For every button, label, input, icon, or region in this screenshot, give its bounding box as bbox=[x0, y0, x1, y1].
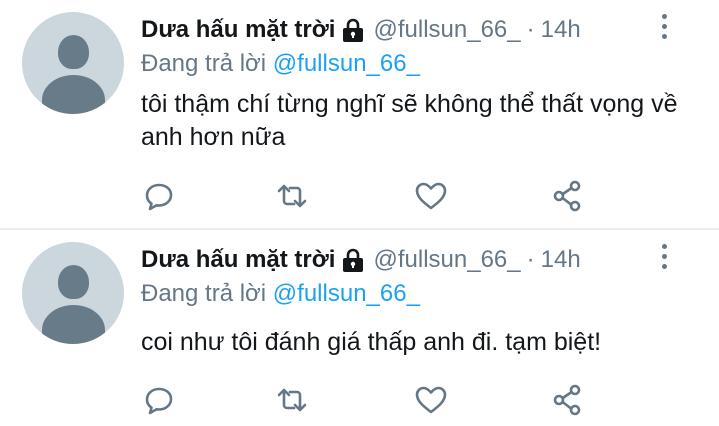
display-name[interactable]: Dưa hấu mặt trời bbox=[141, 246, 335, 274]
avatar[interactable] bbox=[22, 242, 124, 344]
tweet-header: Dưa hấu mặt trời @fullsun_66_ · 14h bbox=[141, 12, 581, 48]
username[interactable]: @fullsun_66_ bbox=[373, 16, 520, 44]
retweet-button[interactable] bbox=[274, 178, 310, 214]
username[interactable]: @fullsun_66_ bbox=[373, 246, 520, 274]
timestamp[interactable]: 14h bbox=[541, 246, 581, 274]
replying-prefix: Đang trả lời bbox=[141, 50, 267, 77]
replying-to: Đang trả lời @fullsun_66_ bbox=[141, 50, 420, 78]
heart-icon bbox=[415, 182, 447, 210]
share-button[interactable] bbox=[549, 178, 585, 214]
separator-dot: · bbox=[526, 246, 535, 273]
more-vertical-icon[interactable] bbox=[656, 244, 672, 274]
display-name[interactable]: Dưa hấu mặt trời bbox=[141, 16, 335, 44]
share-icon bbox=[553, 384, 581, 416]
share-button[interactable] bbox=[549, 382, 585, 418]
tweet[interactable]: Dưa hấu mặt trời @fullsun_66_ · 14h Đang… bbox=[0, 0, 719, 229]
avatar-head-shape bbox=[58, 35, 89, 69]
tweet-text: coi như tôi đánh giá thấp anh đi. tạm bi… bbox=[141, 328, 602, 356]
retweet-button[interactable] bbox=[274, 382, 310, 418]
tweet-text: tôi thậm chí từng nghĩ sẽ không thể thất… bbox=[141, 90, 678, 151]
reply-mention-link[interactable]: @fullsun_66_ bbox=[273, 50, 420, 77]
lock-icon bbox=[341, 17, 365, 43]
reply-icon bbox=[145, 387, 173, 415]
like-button[interactable] bbox=[413, 178, 449, 214]
reply-icon bbox=[145, 183, 173, 211]
tweet-actions bbox=[141, 178, 601, 214]
replying-to: Đang trả lời @fullsun_66_ bbox=[141, 280, 420, 308]
tweet-actions bbox=[141, 382, 601, 418]
reply-mention-link[interactable]: @fullsun_66_ bbox=[273, 280, 420, 307]
share-icon bbox=[553, 180, 581, 212]
timestamp[interactable]: 14h bbox=[541, 16, 581, 44]
avatar-body-shape bbox=[42, 75, 105, 114]
tweet-header: Dưa hấu mặt trời @fullsun_66_ · 14h bbox=[141, 242, 581, 278]
reply-button[interactable] bbox=[141, 382, 177, 418]
like-button[interactable] bbox=[413, 382, 449, 418]
retweet-icon bbox=[277, 184, 307, 208]
tweet[interactable]: Dưa hấu mặt trời @fullsun_66_ · 14h Đang… bbox=[0, 230, 719, 426]
avatar-body-shape bbox=[42, 305, 105, 344]
avatar[interactable] bbox=[22, 12, 124, 114]
avatar-head-shape bbox=[58, 265, 89, 299]
tweet-feed: Dưa hấu mặt trời @fullsun_66_ · 14h Đang… bbox=[0, 0, 719, 426]
more-vertical-icon[interactable] bbox=[656, 14, 672, 44]
retweet-icon bbox=[277, 388, 307, 412]
separator-dot: · bbox=[526, 16, 535, 43]
replying-prefix: Đang trả lời bbox=[141, 280, 267, 307]
lock-icon bbox=[341, 247, 365, 273]
reply-button[interactable] bbox=[141, 178, 177, 214]
heart-icon bbox=[415, 386, 447, 414]
